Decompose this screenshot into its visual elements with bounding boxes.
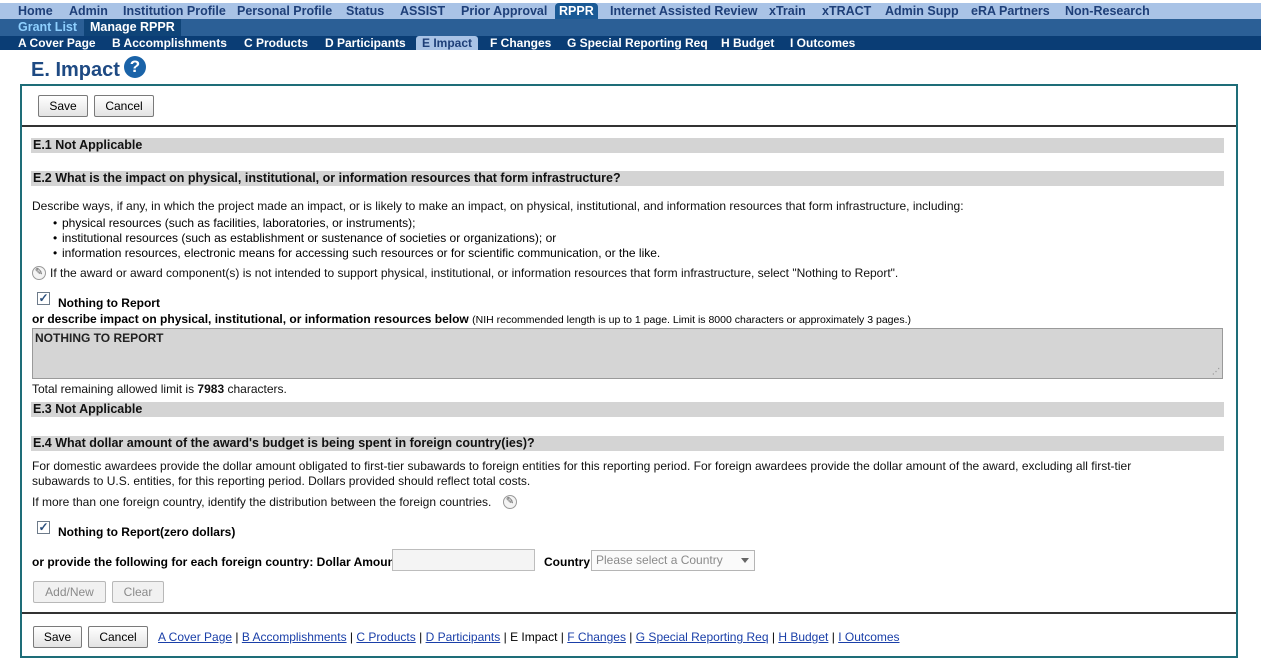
cancel-button[interactable]: Cancel [94, 95, 154, 117]
nav-grant-list[interactable]: Grant List [18, 19, 77, 36]
country-label: Country [544, 555, 590, 569]
separator: | [560, 630, 564, 644]
tab-h-budget[interactable]: H Budget [721, 36, 774, 50]
dollar-amount-input[interactable] [392, 549, 535, 571]
nav-status[interactable]: Status [346, 3, 384, 19]
chevron-down-icon [741, 558, 749, 563]
tab-e-impact[interactable]: E Impact [416, 36, 479, 50]
footer-link-b-accomplishments[interactable]: B Accomplishments [242, 630, 347, 644]
remaining-count: 7983 [197, 382, 225, 396]
zero-dollars-label: Nothing to Report(zero dollars) [58, 525, 236, 539]
nav-admin-supp[interactable]: Admin Supp [885, 3, 959, 19]
nav-xtract[interactable]: xTRACT [822, 3, 871, 19]
separator: | [349, 630, 354, 644]
e4-desc-line1: For domestic awardees provide the dollar… [32, 459, 1132, 473]
tab-i-outcomes[interactable]: I Outcomes [790, 36, 855, 50]
separator: | [771, 630, 775, 644]
dollar-amount-label: or provide the following for each foreig… [32, 555, 399, 569]
footer-link-i-outcomes[interactable]: I Outcomes [838, 630, 899, 644]
separator: | [503, 630, 507, 644]
country-select[interactable]: Please select a Country [591, 550, 755, 571]
footer-link-c-products[interactable]: C Products [356, 630, 415, 644]
e2-bullet: information resources, electronic means … [53, 246, 660, 260]
page-title: E. Impact [31, 59, 120, 81]
tab-a-cover-page[interactable]: A Cover Page [18, 36, 96, 50]
help-icon[interactable]: ? [124, 56, 146, 78]
nothing-to-report-checkbox[interactable]: ✓ [37, 292, 50, 305]
tab-c-products[interactable]: C Products [244, 36, 308, 50]
nav-non-research[interactable]: Non-Research [1065, 3, 1150, 19]
footer-save-button[interactable]: Save [33, 626, 82, 648]
footer-link-a-cover-page[interactable]: A Cover Page [158, 630, 232, 644]
e2-note: If the award or award component(s) is no… [50, 266, 899, 280]
impact-textarea-value: NOTHING TO REPORT [35, 331, 164, 345]
describe-label-text: or describe impact on physical, institut… [32, 312, 469, 326]
divider [22, 125, 1236, 127]
nav-era-partners[interactable]: eRA Partners [971, 3, 1050, 19]
section-e3-heading: E.3 Not Applicable [31, 402, 1224, 417]
nav-internet-assisted-review[interactable]: Internet Assisted Review [610, 3, 758, 19]
sub-nav: Grant List Manage RPPR [0, 19, 1261, 36]
add-new-button[interactable]: Add/New [33, 581, 106, 603]
tab-f-changes[interactable]: F Changes [490, 36, 551, 50]
footer-link-g-special-reporting-req[interactable]: G Special Reporting Req [636, 630, 769, 644]
clear-button[interactable]: Clear [112, 581, 164, 603]
country-placeholder: Please select a Country [596, 553, 723, 567]
remaining-limit: Total remaining allowed limit is 7983 ch… [32, 382, 287, 396]
footer-current-e-impact: E Impact [510, 630, 558, 644]
section-e2-heading: E.2 What is the impact on physical, inst… [31, 171, 1224, 186]
describe-label: or describe impact on physical, institut… [32, 312, 911, 326]
section-tabs: A Cover Page B Accomplishments C Product… [0, 36, 1261, 50]
footer-link-f-changes[interactable]: F Changes [567, 630, 626, 644]
nothing-to-report-label: Nothing to Report [58, 296, 160, 310]
describe-hint: (NIH recommended length is up to 1 page.… [472, 314, 911, 326]
footer-link-d-participants[interactable]: D Participants [426, 630, 501, 644]
tab-g-special-reporting-req[interactable]: G Special Reporting Req [567, 36, 708, 50]
nav-admin[interactable]: Admin [69, 3, 108, 19]
footer-nav: A Cover Page | B Accomplishments | C Pro… [158, 630, 900, 644]
e2-bullet: physical resources (such as facilities, … [53, 216, 415, 230]
e2-intro: Describe ways, if any, in which the proj… [32, 199, 964, 213]
remaining-suffix: characters. [227, 382, 287, 396]
separator: | [629, 630, 633, 644]
section-e1-heading: E.1 Not Applicable [31, 138, 1224, 153]
section-e4-heading: E.4 What dollar amount of the award's bu… [31, 436, 1224, 451]
nav-home[interactable]: Home [18, 3, 53, 19]
save-button[interactable]: Save [38, 95, 88, 117]
nav-assist[interactable]: ASSIST [400, 3, 445, 19]
footer-cancel-button[interactable]: Cancel [88, 626, 148, 648]
e2-bullet: institutional resources (such as establi… [53, 231, 556, 245]
nav-prior-approval[interactable]: Prior Approval [461, 3, 547, 19]
nav-personal-profile[interactable]: Personal Profile [237, 3, 332, 19]
pencil-icon: ✎ [503, 495, 517, 509]
tab-d-participants[interactable]: D Participants [325, 36, 406, 50]
nav-xtrain[interactable]: xTrain [769, 3, 806, 19]
remaining-prefix: Total remaining allowed limit is [32, 382, 195, 396]
e4-distribution: If more than one foreign country, identi… [32, 495, 492, 509]
zero-dollars-checkbox[interactable]: ✓ [37, 521, 50, 534]
separator: | [419, 630, 423, 644]
resize-grip-icon[interactable]: ⋰ [1212, 368, 1220, 376]
nav-manage-rppr[interactable]: Manage RPPR [84, 19, 181, 36]
footer-link-h-budget[interactable]: H Budget [778, 630, 828, 644]
e4-desc-line2: subawards to U.S. entities, for this rep… [32, 474, 531, 488]
nav-rppr[interactable]: RPPR [555, 3, 598, 19]
separator: | [831, 630, 835, 644]
impact-textarea[interactable]: NOTHING TO REPORT ⋰ [32, 328, 1223, 379]
tab-b-accomplishments[interactable]: B Accomplishments [112, 36, 227, 50]
main-nav: Home Admin Institution Profile Personal … [0, 3, 1261, 19]
pencil-icon: ✎ [32, 266, 46, 280]
nav-institution-profile[interactable]: Institution Profile [123, 3, 226, 19]
separator: | [235, 630, 239, 644]
divider [22, 612, 1236, 614]
